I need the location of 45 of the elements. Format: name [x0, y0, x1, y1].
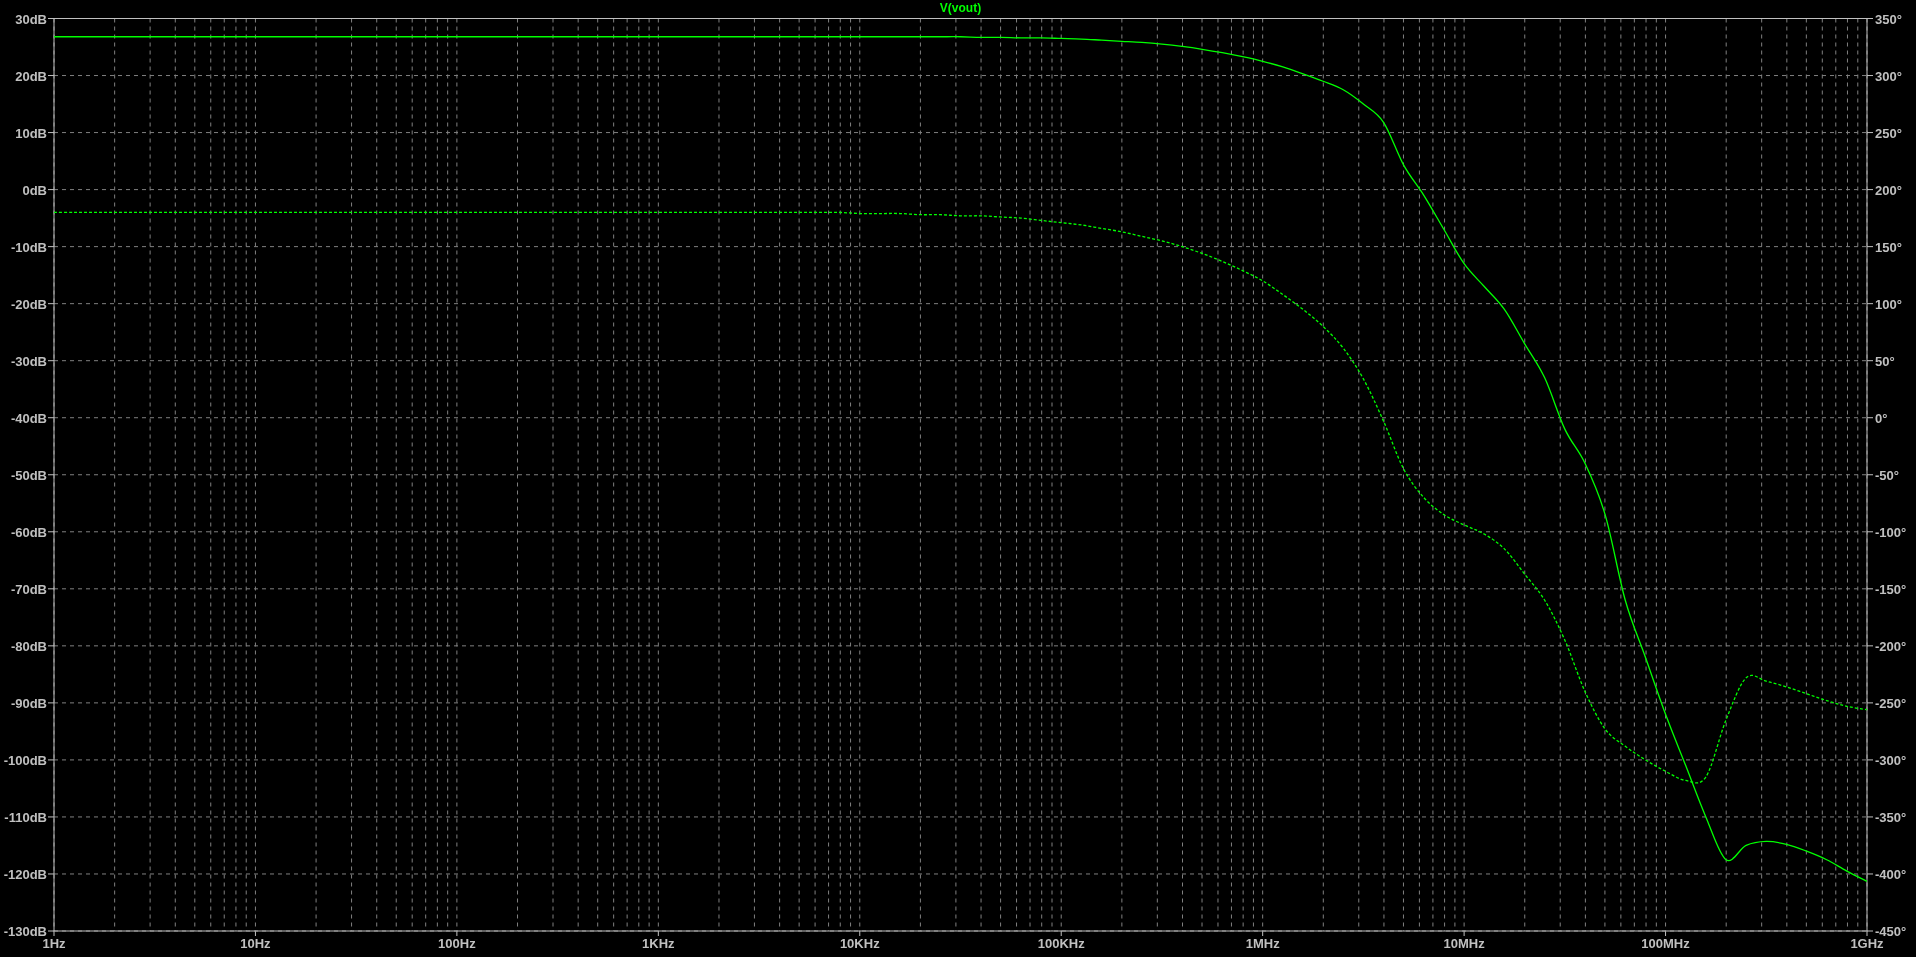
axis-tick-label: 200°	[1875, 182, 1902, 198]
axis-tick-label: -50dB	[10, 467, 47, 483]
axis-tick-label: -90dB	[10, 695, 47, 711]
axis-tick-label: -40dB	[10, 410, 47, 426]
axis-tick-label: 0°	[1875, 410, 1888, 426]
axis-tick-label: 10dB	[15, 125, 47, 141]
axis-tick-label: -200°	[1875, 638, 1907, 654]
axis-tick-label: -30dB	[10, 353, 47, 369]
axis-tick-label: 150°	[1875, 239, 1902, 255]
axis-tick-label: 10Hz	[240, 936, 271, 951]
axis-tick-label: 20dB	[15, 68, 47, 84]
axis-tick-label: -100dB	[3, 752, 47, 768]
axis-tick-label: 100Hz	[438, 936, 476, 951]
axis-tick-label: 50°	[1875, 353, 1895, 369]
axis-tick-label: -100°	[1875, 524, 1907, 540]
axis-tick-label: -120dB	[3, 866, 47, 882]
axis-tick-label: -350°	[1875, 809, 1907, 825]
plot-title: V(vout)	[939, 1, 982, 15]
axis-tick-label: 30dB	[15, 11, 47, 27]
axis-tick-label: 10KHz	[839, 936, 880, 951]
axis-tick-label: 1KHz	[642, 936, 675, 951]
axis-tick-label: -250°	[1875, 695, 1907, 711]
axis-tick-label: 100KHz	[1037, 936, 1085, 951]
axis-tick-label: 300°	[1875, 68, 1902, 84]
axis-tick-label: -110dB	[4, 809, 47, 825]
axis-tick-label: -10dB	[10, 239, 47, 255]
axis-tick-label: 1Hz	[42, 936, 66, 951]
axis-tick-label: -70dB	[10, 581, 47, 597]
axis-tick-label: -130dB	[3, 924, 47, 939]
axis-tick-label: 1GHz	[1850, 936, 1884, 951]
axis-tick-label: -60dB	[10, 524, 47, 540]
axis-tick-label: -20dB	[10, 296, 47, 312]
axis-tick-label: 100MHz	[1641, 936, 1690, 951]
axis-tick-label: -300°	[1875, 752, 1907, 768]
axis-tick-label: 100°	[1875, 296, 1902, 312]
axis-tick-label: 10MHz	[1443, 936, 1485, 951]
axis-tick-label: -150°	[1875, 581, 1907, 597]
axis-tick-label: 250°	[1875, 125, 1902, 141]
axis-tick-label: -400°	[1875, 866, 1907, 882]
axis-tick-label: -50°	[1875, 467, 1899, 483]
axis-tick-label: 350°	[1875, 11, 1902, 27]
axis-tick-label: 1MHz	[1245, 936, 1280, 951]
axis-tick-label: 0dB	[22, 182, 47, 198]
axis-tick-label: -450°	[1875, 924, 1907, 939]
axis-tick-label: -80dB	[10, 638, 47, 654]
